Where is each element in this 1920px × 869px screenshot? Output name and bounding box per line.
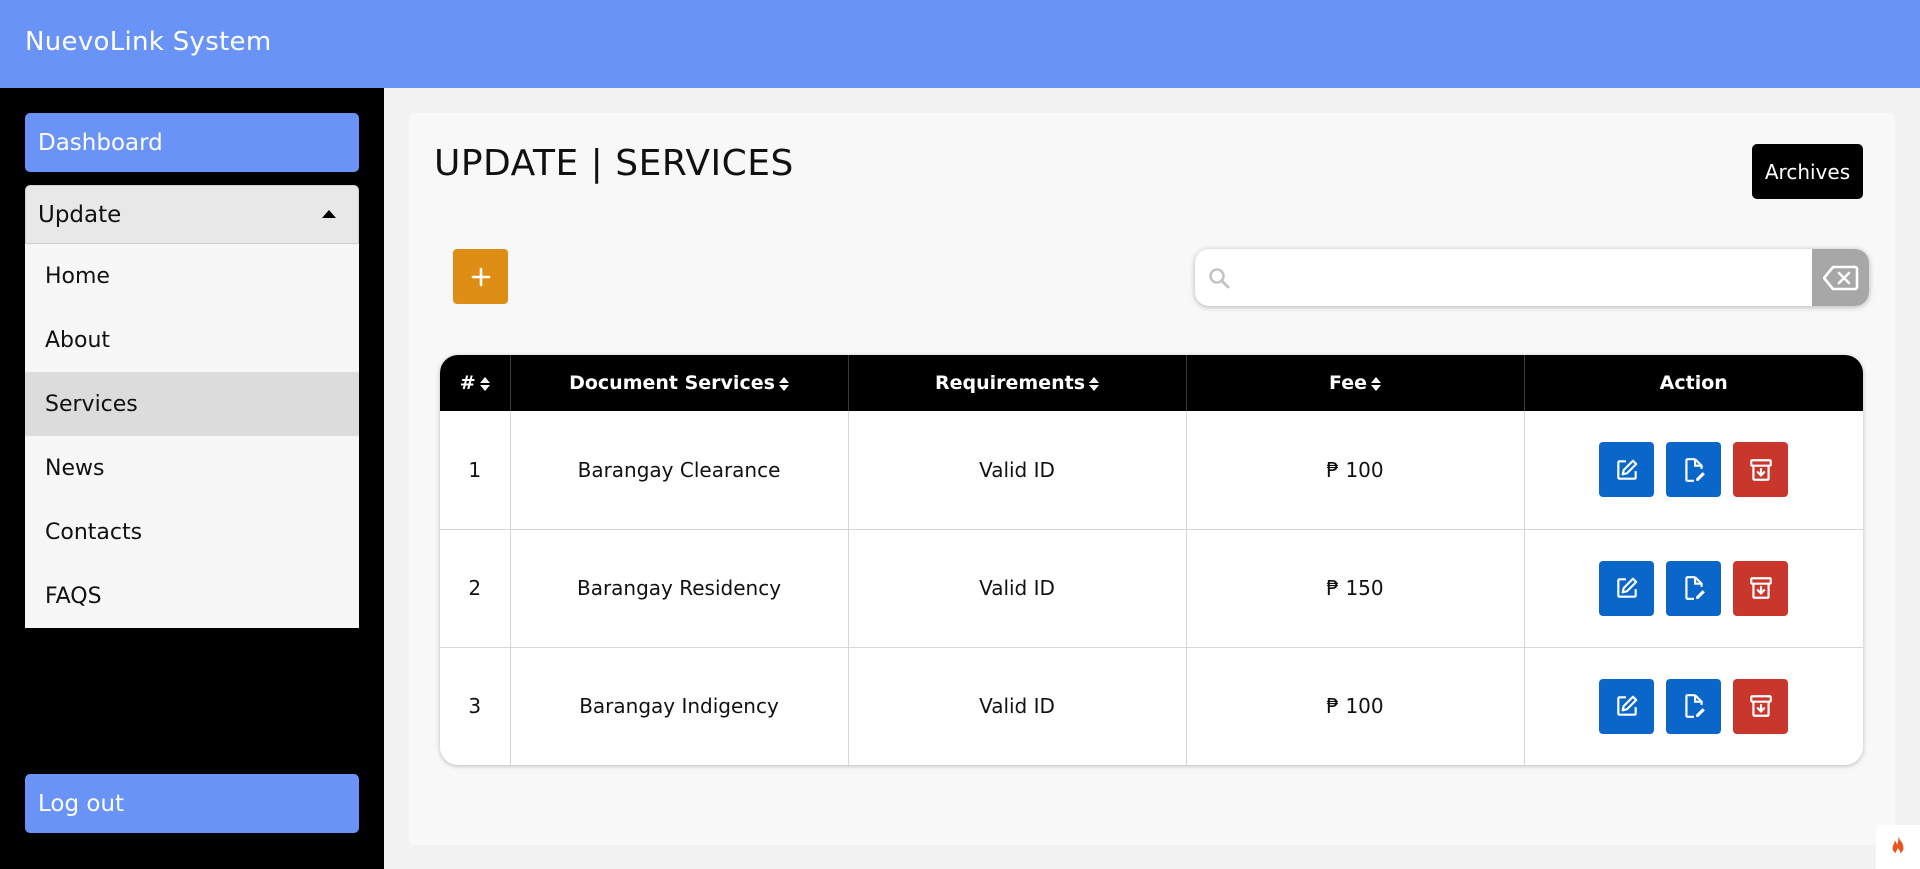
- header-requirements-label: Requirements: [934, 372, 1085, 394]
- header-number-label: #: [459, 372, 476, 394]
- edit-requirements-button[interactable]: [1666, 442, 1722, 498]
- update-submenu: Home About Services News Contacts FAQS: [25, 244, 359, 628]
- submenu-item-faqs[interactable]: FAQS: [25, 564, 359, 628]
- sort-icon: [1089, 376, 1099, 392]
- table-row: 3 Barangay Indigency Valid ID ₱ 100: [440, 647, 1863, 765]
- archive-button[interactable]: [1733, 678, 1789, 734]
- top-bar: NuevoLink System: [0, 0, 1920, 88]
- cell-service: Barangay Clearance: [510, 411, 849, 530]
- submenu-item-services[interactable]: Services: [25, 372, 359, 436]
- sort-icon: [1370, 376, 1381, 392]
- header-action: Action: [1524, 355, 1863, 411]
- cell-actions: [1524, 647, 1863, 765]
- archive-icon: [1749, 458, 1772, 481]
- cell-number: 1: [440, 411, 511, 530]
- sidebar-item-update-label: Update: [38, 201, 122, 228]
- file-edit-icon: [1685, 694, 1705, 719]
- cell-fee: ₱ 150: [1186, 529, 1525, 648]
- services-table: # Document Services Requirements Fee Act…: [440, 355, 1863, 765]
- sidebar-item-update[interactable]: Update: [25, 185, 359, 244]
- header-requirements[interactable]: Requirements: [848, 355, 1187, 411]
- table-row: 2 Barangay Residency Valid ID ₱ 150: [440, 529, 1863, 648]
- cell-actions: [1524, 529, 1863, 648]
- header-fee[interactable]: Fee: [1186, 355, 1525, 411]
- sidebar-item-dashboard[interactable]: Dashboard: [25, 113, 359, 172]
- flame-icon[interactable]: [1876, 825, 1920, 869]
- cell-service: Barangay Residency: [510, 529, 849, 648]
- cell-requirements: Valid ID: [848, 411, 1187, 530]
- sort-icon: [778, 376, 789, 392]
- sort-icon: [479, 376, 490, 392]
- edit-requirements-button[interactable]: [1666, 560, 1722, 616]
- clear-search-button[interactable]: [1812, 249, 1869, 306]
- header-document-services-label: Document Services: [569, 372, 775, 394]
- archives-button[interactable]: Archives: [1752, 144, 1863, 199]
- app-title: NuevoLink System: [25, 27, 272, 57]
- flame-icon-graphic: [1892, 836, 1904, 855]
- file-edit-icon: [1685, 576, 1705, 600]
- sidebar: Dashboard Update Home About Services New…: [0, 88, 384, 869]
- header-fee-label: Fee: [1329, 372, 1367, 394]
- edit-button[interactable]: [1599, 560, 1655, 616]
- plus-icon: [471, 267, 490, 286]
- page-title: UPDATE | SERVICES: [434, 143, 794, 184]
- file-edit-icon: [1685, 457, 1705, 482]
- cell-fee: ₱ 100: [1186, 647, 1525, 765]
- header-number[interactable]: #: [440, 355, 511, 411]
- caret-up-icon: [322, 210, 336, 218]
- edit-icon: [1617, 695, 1638, 716]
- cell-service: Barangay Indigency: [510, 647, 849, 765]
- submenu-item-about[interactable]: About: [25, 308, 359, 372]
- search-bar: [1195, 249, 1869, 306]
- header-action-label: Action: [1659, 372, 1728, 394]
- edit-button[interactable]: [1599, 442, 1655, 498]
- cell-requirements: Valid ID: [848, 647, 1187, 765]
- edit-icon: [1617, 577, 1638, 598]
- search-input[interactable]: [1239, 249, 1799, 306]
- table-header-row: # Document Services Requirements Fee Act…: [440, 355, 1863, 411]
- add-service-button[interactable]: [453, 249, 508, 304]
- logout-button[interactable]: Log out: [25, 774, 359, 833]
- archive-icon: [1749, 577, 1772, 599]
- edit-button[interactable]: [1599, 678, 1655, 734]
- edit-requirements-button[interactable]: [1666, 678, 1722, 734]
- backspace-icon: [1822, 265, 1858, 290]
- submenu-item-contacts[interactable]: Contacts: [25, 500, 359, 564]
- submenu-item-news[interactable]: News: [25, 436, 359, 500]
- header-document-services[interactable]: Document Services: [510, 355, 849, 411]
- table-row: 1 Barangay Clearance Valid ID ₱ 100: [440, 411, 1863, 530]
- services-card: UPDATE | SERVICES Archives # Document Se…: [409, 113, 1895, 845]
- cell-actions: [1524, 411, 1863, 530]
- archive-button[interactable]: [1733, 442, 1789, 498]
- archive-icon: [1749, 695, 1772, 718]
- search-icon: [1209, 268, 1230, 289]
- cell-number: 3: [440, 647, 511, 765]
- edit-icon: [1617, 459, 1638, 480]
- cell-requirements: Valid ID: [848, 529, 1187, 648]
- archive-button[interactable]: [1733, 560, 1789, 616]
- submenu-item-home[interactable]: Home: [25, 244, 359, 308]
- cell-fee: ₱ 100: [1186, 411, 1525, 530]
- cell-number: 2: [440, 529, 511, 648]
